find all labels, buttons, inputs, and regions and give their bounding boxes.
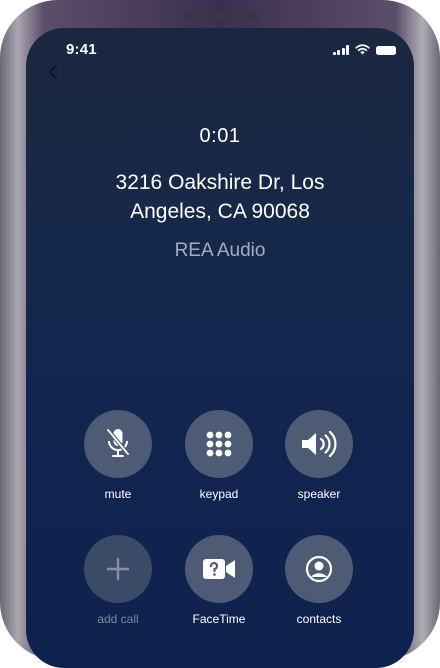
mute-button[interactable]: [84, 410, 152, 478]
keypad-label: keypad: [199, 487, 239, 501]
status-bar: 9:41: [26, 28, 414, 72]
speaker-icon: [302, 430, 337, 458]
facetime-button[interactable]: [185, 535, 253, 603]
callee-address: 3216 Oakshire Dr, Los Angeles, CA 90068: [86, 168, 354, 226]
facetime-control[interactable]: FaceTime: [169, 535, 269, 626]
speaker-control[interactable]: speaker: [269, 410, 369, 501]
plus-icon: [106, 557, 130, 581]
keypad-icon: [206, 431, 232, 457]
status-time: 9:41: [66, 41, 97, 58]
earpiece-slot: [182, 13, 260, 20]
contacts-button[interactable]: [285, 535, 353, 603]
speaker-button[interactable]: [285, 410, 353, 478]
wifi-icon: [355, 44, 370, 55]
address-line-2: Angeles, CA 90068: [130, 200, 310, 223]
cellular-signal-icon: [332, 45, 349, 55]
status-icons: [332, 44, 396, 55]
speaker-label: speaker: [297, 487, 341, 501]
address-line-1: 3216 Oakshire Dr, Los: [115, 171, 325, 194]
mute-label: mute: [104, 487, 132, 501]
contact-icon: [305, 555, 333, 583]
keypad-button[interactable]: [185, 410, 253, 478]
add-call-button[interactable]: [84, 535, 152, 603]
contacts-control[interactable]: contacts: [269, 535, 369, 626]
keypad-control[interactable]: keypad: [169, 410, 269, 501]
call-source-label: REA Audio: [174, 240, 266, 261]
contacts-label: contacts: [296, 612, 342, 626]
mic-off-icon: [106, 428, 130, 457]
video-icon: [203, 559, 235, 579]
add-call-control[interactable]: add call: [68, 535, 168, 626]
back-chevron-icon[interactable]: [46, 64, 62, 80]
facetime-label: FaceTime: [192, 612, 246, 626]
call-timer: 0:01: [199, 125, 241, 147]
call-screen: 9:41 0:01 3216 Oakshire Dr, Los Angeles,…: [26, 28, 414, 668]
battery-icon: [376, 46, 396, 55]
mute-control[interactable]: mute: [68, 410, 168, 501]
add-call-label: add call: [97, 612, 139, 626]
